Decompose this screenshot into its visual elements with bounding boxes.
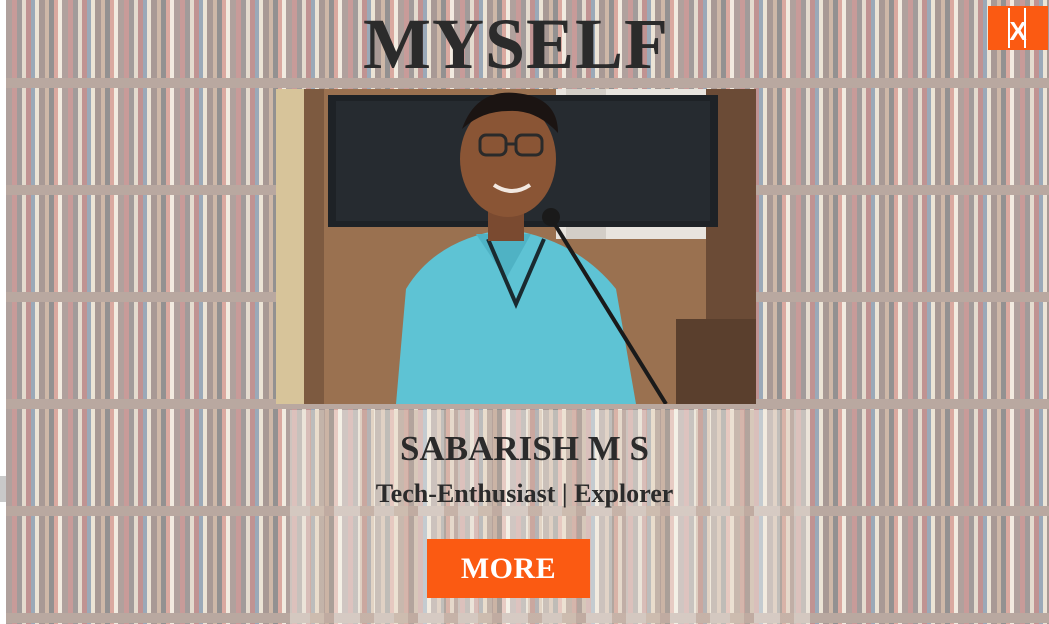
close-button[interactable]: X <box>988 6 1048 50</box>
page-title: MYSELF <box>362 4 670 84</box>
profile-name: SABARISH M S <box>400 429 649 468</box>
profile-photo-illustration <box>276 89 756 404</box>
close-button-label: X <box>1009 16 1027 46</box>
profile-tagline: Tech-Enthusiast | Explorer <box>375 479 674 508</box>
page: MYSELF X SABARISH M S Tech-Enthusiast | … <box>0 0 1049 624</box>
more-button[interactable]: MORE <box>427 539 590 598</box>
profile-photo <box>276 89 756 404</box>
